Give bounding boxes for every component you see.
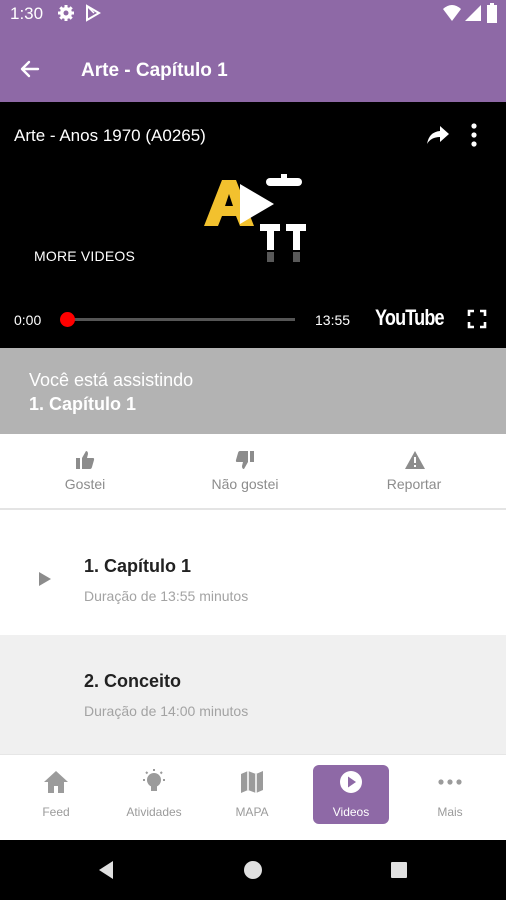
- more-vertical-icon[interactable]: [470, 122, 478, 148]
- settings-icon: [58, 5, 74, 21]
- report-label: Reportar: [386, 476, 442, 492]
- list-item[interactable]: 2. Conceito Duração de 14:00 minutos: [0, 635, 506, 754]
- nav-mais-label: Mais: [437, 805, 463, 819]
- duration-time: 13:55: [315, 312, 351, 328]
- nav-videos-label: Videos: [332, 805, 370, 819]
- system-back-icon[interactable]: [96, 860, 116, 880]
- video-thumbnail-logo[interactable]: [196, 174, 320, 284]
- nav-atividades[interactable]: Atividades: [116, 765, 192, 824]
- play-circle-icon: [340, 771, 362, 793]
- report-button[interactable]: Reportar: [344, 434, 484, 510]
- video-title[interactable]: Arte - Anos 1970 (A0265): [14, 126, 206, 146]
- share-icon[interactable]: [425, 124, 451, 146]
- now-watching-banner: Você está assistindo 1. Capítulo 1: [0, 348, 506, 434]
- map-icon: [241, 771, 263, 793]
- play-store-icon: [86, 4, 101, 22]
- battery-icon: [487, 3, 497, 23]
- nav-videos[interactable]: Videos: [313, 765, 389, 824]
- thumbs-up-icon: [76, 451, 95, 469]
- current-time: 0:00: [14, 312, 42, 328]
- video-list: 1. Capítulo 1 Duração de 13:55 minutos 2…: [0, 510, 506, 754]
- nav-feed-label: Feed: [42, 805, 70, 819]
- wifi-icon: [443, 5, 461, 21]
- nav-mais[interactable]: Mais: [412, 765, 488, 824]
- youtube-logo[interactable]: YouTube: [375, 305, 445, 331]
- video-item-title: 2. Conceito: [84, 671, 182, 691]
- seek-handle[interactable]: [60, 312, 75, 327]
- more-videos-button[interactable]: MORE VIDEOS: [34, 248, 135, 264]
- fullscreen-icon[interactable]: [467, 309, 487, 329]
- lightbulb-icon: [143, 769, 165, 791]
- dislike-button[interactable]: Não gostei: [175, 434, 315, 510]
- dislike-label: Não gostei: [211, 476, 279, 492]
- list-item[interactable]: 1. Capítulo 1 Duração de 13:55 minutos: [0, 510, 506, 626]
- video-item-duration: Duração de 14:00 minutos: [84, 703, 249, 719]
- back-arrow-icon[interactable]: [18, 57, 42, 81]
- like-label: Gostei: [64, 476, 106, 492]
- status-bar: 1:30: [0, 0, 506, 28]
- video-player[interactable]: Arte - Anos 1970 (A0265) MORE VIDEOS 0:0…: [0, 102, 506, 348]
- video-item-duration: Duração de 13:55 minutos: [84, 588, 249, 604]
- like-button[interactable]: Gostei: [15, 434, 155, 510]
- play-icon: [39, 572, 51, 586]
- nav-mapa-label: MAPA: [235, 805, 269, 819]
- nav-mapa[interactable]: MAPA: [214, 765, 290, 824]
- thumbs-down-icon: [235, 451, 254, 469]
- bottom-navigation: Feed Atividades MAPA Videos Mais: [0, 754, 506, 840]
- home-icon: [44, 771, 68, 793]
- now-watching-label: Você está assistindo: [29, 370, 194, 390]
- seek-bar[interactable]: [66, 318, 295, 321]
- video-item-title: 1. Capítulo 1: [84, 556, 192, 576]
- action-bar: Gostei Não gostei Reportar: [0, 434, 506, 510]
- status-time: 1:30: [10, 4, 44, 23]
- now-watching-title: 1. Capítulo 1: [29, 394, 137, 414]
- page-title: Arte - Capítulo 1: [81, 60, 228, 81]
- warning-icon: [405, 451, 425, 469]
- signal-icon: [465, 5, 481, 21]
- nav-feed[interactable]: Feed: [18, 765, 94, 824]
- system-home-icon[interactable]: [243, 860, 263, 880]
- nav-atividades-label: Atividades: [126, 805, 182, 819]
- more-horizontal-icon: [438, 779, 462, 785]
- system-recents-icon[interactable]: [390, 861, 408, 879]
- system-navigation-bar: [0, 840, 506, 900]
- app-bar: Arte - Capítulo 1: [0, 28, 506, 102]
